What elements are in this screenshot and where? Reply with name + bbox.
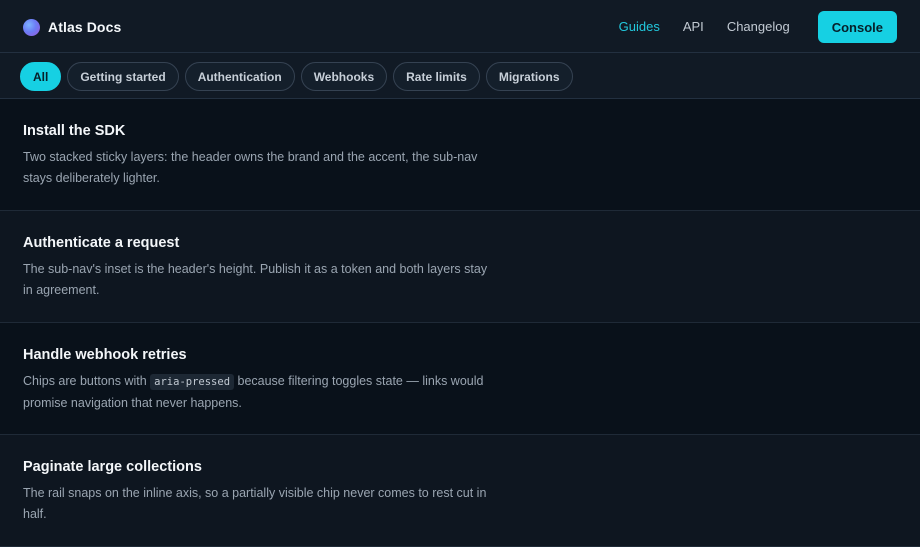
card-title: Install the SDK [23,123,126,139]
card-title: Handle webhook retries [23,347,187,363]
brand-name: Atlas Docs [48,19,122,35]
chip-webhooks[interactable]: Webhooks [300,62,388,91]
chip-rail[interactable]: All Getting started Authentication Webho… [20,62,579,91]
nav-link-guides[interactable]: Guides [619,11,660,43]
card-description: Chips are buttons with aria-pressed beca… [23,371,498,413]
guide-card[interactable]: Handle webhook retries Chips are buttons… [0,323,920,435]
brand[interactable]: Atlas Docs [23,18,121,36]
card-title: Authenticate a request [23,235,180,251]
card-description: The rail snaps on the inline axis, so a … [23,486,487,521]
chip-migrations[interactable]: Migrations [485,62,573,91]
chip-all[interactable]: All [20,62,62,91]
card-description-text: Chips are buttons with [23,374,151,388]
nav-link-changelog[interactable]: Changelog [727,11,790,43]
inline-code: aria-pressed [150,374,235,390]
chip-rate-limits[interactable]: Rate limits [393,62,480,91]
site-header: Atlas Docs Guides API Changelog Console [0,0,920,53]
guide-card[interactable]: Authenticate a request The sub-nav's ins… [0,211,920,323]
card-title: Paginate large collections [23,459,202,475]
nav-link-api[interactable]: API [683,11,704,43]
main-nav: Guides API Changelog Console [619,11,897,43]
card-description: Two stacked sticky layers: the header ow… [23,150,478,185]
brand-logo-icon [23,18,40,36]
chip-getting-started[interactable]: Getting started [67,62,179,91]
chip-authentication[interactable]: Authentication [184,62,295,91]
console-button[interactable]: Console [817,11,897,43]
filter-subnav: All Getting started Authentication Webho… [0,53,920,99]
guide-card[interactable]: Install the SDK Two stacked sticky layer… [0,99,920,211]
guide-card[interactable]: Paginate large collections The rail snap… [0,435,920,547]
guide-list: Install the SDK Two stacked sticky layer… [0,99,920,547]
card-description: The sub-nav's inset is the header's heig… [23,262,488,297]
